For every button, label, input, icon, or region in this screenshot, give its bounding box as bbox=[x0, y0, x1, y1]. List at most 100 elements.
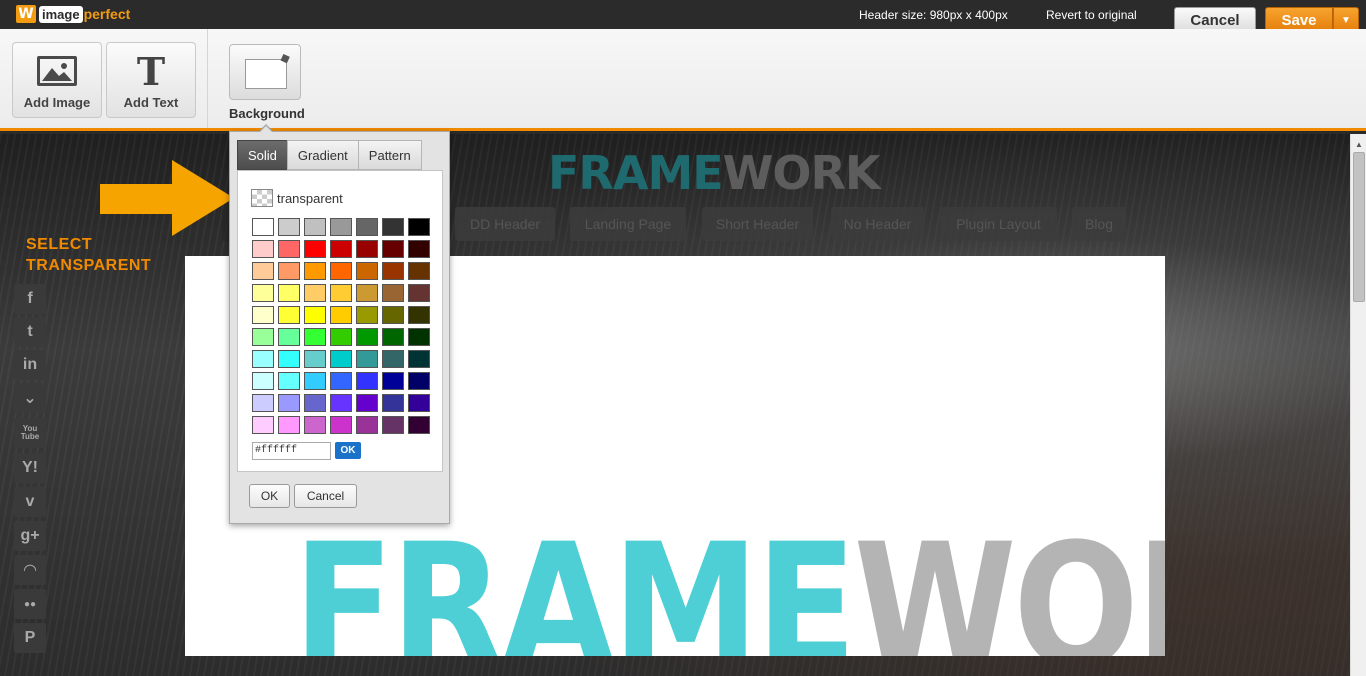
color-swatch[interactable] bbox=[382, 328, 404, 346]
color-swatch[interactable] bbox=[356, 262, 378, 280]
app-logo[interactable]: W image perfect bbox=[16, 5, 130, 23]
color-swatch[interactable] bbox=[330, 240, 352, 258]
yahoo-icon[interactable]: Y! bbox=[14, 453, 46, 483]
color-swatch[interactable] bbox=[304, 306, 326, 324]
flickr-icon[interactable]: ●● bbox=[14, 589, 46, 619]
color-swatch[interactable] bbox=[252, 218, 274, 236]
color-swatch[interactable] bbox=[382, 306, 404, 324]
color-swatch[interactable] bbox=[304, 284, 326, 302]
color-swatch[interactable] bbox=[252, 284, 274, 302]
color-swatch[interactable] bbox=[330, 328, 352, 346]
color-swatch[interactable] bbox=[252, 372, 274, 390]
transparent-label[interactable]: transparent bbox=[277, 191, 343, 206]
color-swatch[interactable] bbox=[382, 218, 404, 236]
tab-solid[interactable]: Solid bbox=[237, 140, 287, 170]
color-swatch[interactable] bbox=[330, 372, 352, 390]
color-swatch[interactable] bbox=[252, 394, 274, 412]
facebook-icon[interactable]: f bbox=[14, 284, 46, 314]
color-swatch[interactable] bbox=[356, 416, 378, 434]
color-swatch[interactable] bbox=[356, 372, 378, 390]
color-swatch[interactable] bbox=[382, 284, 404, 302]
color-swatch[interactable] bbox=[304, 262, 326, 280]
linkedin-icon[interactable]: in bbox=[14, 350, 46, 380]
color-swatch[interactable] bbox=[408, 350, 430, 368]
color-swatch[interactable] bbox=[382, 394, 404, 412]
delicious-icon[interactable]: ⌄ bbox=[14, 383, 46, 413]
add-image-button[interactable]: Add Image bbox=[12, 42, 102, 118]
color-swatch[interactable] bbox=[408, 306, 430, 324]
color-swatch[interactable] bbox=[408, 416, 430, 434]
color-swatch[interactable] bbox=[356, 328, 378, 346]
color-swatch[interactable] bbox=[252, 262, 274, 280]
color-swatch[interactable] bbox=[408, 394, 430, 412]
color-swatch[interactable] bbox=[304, 218, 326, 236]
nav-item[interactable]: Blog bbox=[1072, 207, 1126, 241]
nav-item[interactable]: Plugin Layout bbox=[940, 207, 1057, 241]
color-swatch[interactable] bbox=[356, 306, 378, 324]
color-swatch[interactable] bbox=[408, 218, 430, 236]
pinterest-icon[interactable]: P bbox=[14, 623, 46, 653]
color-swatch[interactable] bbox=[278, 284, 300, 302]
color-swatch[interactable] bbox=[330, 394, 352, 412]
color-swatch[interactable] bbox=[330, 350, 352, 368]
color-swatch[interactable] bbox=[304, 416, 326, 434]
background-button[interactable]: ◆ bbox=[229, 44, 301, 100]
framework-title-text[interactable]: FRAMEWORK bbox=[293, 521, 1165, 657]
color-swatch[interactable] bbox=[278, 306, 300, 324]
color-swatch[interactable] bbox=[356, 350, 378, 368]
color-swatch[interactable] bbox=[408, 372, 430, 390]
color-swatch[interactable] bbox=[252, 416, 274, 434]
color-swatch[interactable] bbox=[408, 262, 430, 280]
nav-item[interactable]: DD Header bbox=[455, 207, 555, 241]
color-swatch[interactable] bbox=[356, 394, 378, 412]
nav-item[interactable]: Landing Page bbox=[570, 207, 686, 241]
twitter-icon[interactable]: t bbox=[14, 317, 46, 347]
color-swatch[interactable] bbox=[304, 328, 326, 346]
color-swatch[interactable] bbox=[278, 240, 300, 258]
vimeo-icon[interactable]: v bbox=[14, 487, 46, 517]
color-swatch[interactable] bbox=[304, 394, 326, 412]
color-swatch[interactable] bbox=[382, 240, 404, 258]
transparent-swatch-icon[interactable] bbox=[251, 189, 273, 207]
color-swatch[interactable] bbox=[382, 416, 404, 434]
color-swatch[interactable] bbox=[382, 372, 404, 390]
color-swatch[interactable] bbox=[330, 218, 352, 236]
transparent-option[interactable]: transparent bbox=[251, 189, 343, 207]
tab-gradient[interactable]: Gradient bbox=[286, 140, 358, 170]
color-swatch[interactable] bbox=[304, 240, 326, 258]
tab-pattern[interactable]: Pattern bbox=[357, 140, 422, 170]
color-swatch[interactable] bbox=[252, 350, 274, 368]
add-text-button[interactable]: T Add Text bbox=[106, 42, 196, 118]
rss-icon[interactable]: ◠ bbox=[14, 555, 46, 585]
youtube-icon[interactable]: You Tube bbox=[14, 418, 46, 448]
color-swatch[interactable] bbox=[304, 372, 326, 390]
color-swatch[interactable] bbox=[408, 240, 430, 258]
hex-color-input[interactable]: #ffffff bbox=[252, 442, 331, 460]
scroll-thumb[interactable] bbox=[1353, 152, 1365, 302]
color-swatch[interactable] bbox=[382, 350, 404, 368]
hex-ok-button[interactable]: OK bbox=[335, 442, 361, 459]
color-swatch[interactable] bbox=[382, 262, 404, 280]
color-swatch[interactable] bbox=[356, 218, 378, 236]
revert-to-original-link[interactable]: Revert to original bbox=[1046, 8, 1137, 22]
popup-ok-button[interactable]: OK bbox=[249, 484, 290, 508]
color-swatch[interactable] bbox=[304, 350, 326, 368]
color-swatch[interactable] bbox=[278, 416, 300, 434]
color-swatch[interactable] bbox=[408, 284, 430, 302]
color-swatch[interactable] bbox=[278, 394, 300, 412]
color-swatch[interactable] bbox=[252, 328, 274, 346]
color-swatch[interactable] bbox=[330, 262, 352, 280]
color-swatch[interactable] bbox=[252, 306, 274, 324]
color-swatch[interactable] bbox=[278, 262, 300, 280]
color-swatch[interactable] bbox=[330, 306, 352, 324]
scroll-up-icon[interactable]: ▲ bbox=[1355, 140, 1363, 149]
color-swatch[interactable] bbox=[252, 240, 274, 258]
vertical-scrollbar[interactable]: ▲ bbox=[1350, 134, 1366, 676]
color-swatch[interactable] bbox=[278, 372, 300, 390]
color-swatch[interactable] bbox=[356, 240, 378, 258]
color-swatch[interactable] bbox=[278, 328, 300, 346]
color-swatch[interactable] bbox=[330, 416, 352, 434]
color-swatch[interactable] bbox=[408, 328, 430, 346]
google-plus-icon[interactable]: g+ bbox=[14, 521, 46, 551]
color-swatch[interactable] bbox=[356, 284, 378, 302]
